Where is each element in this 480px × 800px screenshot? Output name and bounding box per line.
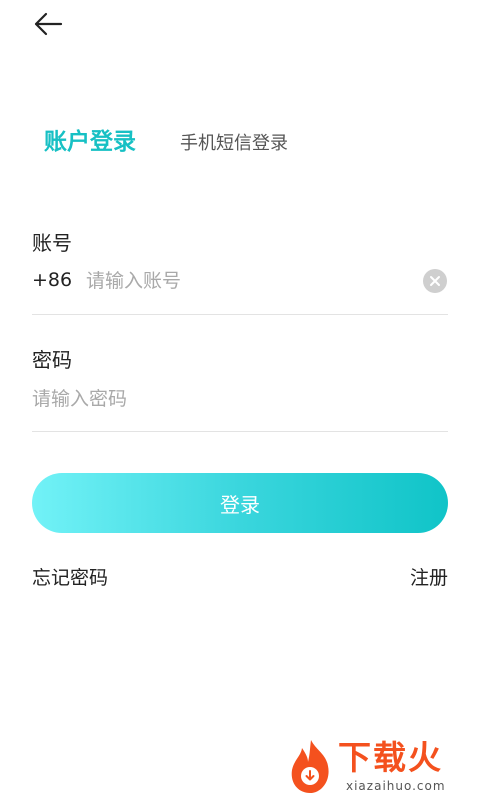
flame-icon — [291, 740, 329, 793]
login-button[interactable]: 登录 — [32, 473, 448, 533]
password-input[interactable] — [32, 384, 412, 414]
watermark-subtitle: xiazaihuo.com — [346, 779, 446, 793]
clear-account-button[interactable] — [423, 269, 447, 293]
password-label: 密码 — [32, 348, 72, 372]
account-input[interactable] — [86, 266, 406, 296]
login-tabs: 账户登录 手机短信登录 — [44, 122, 288, 156]
tab-sms-login[interactable]: 手机短信登录 — [180, 129, 288, 155]
account-divider — [32, 314, 448, 315]
forgot-password-link[interactable]: 忘记密码 — [32, 563, 108, 590]
country-code-selector[interactable]: +86 — [32, 269, 72, 291]
password-divider — [32, 431, 448, 432]
watermark-title: 下载火 — [338, 738, 443, 777]
register-link[interactable]: 注册 — [410, 563, 448, 590]
clear-circle-icon — [430, 276, 440, 286]
back-button[interactable] — [28, 6, 68, 42]
watermark-logo: 下载火 xiazaihuo.com — [286, 738, 476, 796]
account-label: 账号 — [32, 231, 72, 255]
tab-account-login[interactable]: 账户登录 — [44, 122, 136, 156]
arrow-left-icon — [34, 12, 63, 36]
